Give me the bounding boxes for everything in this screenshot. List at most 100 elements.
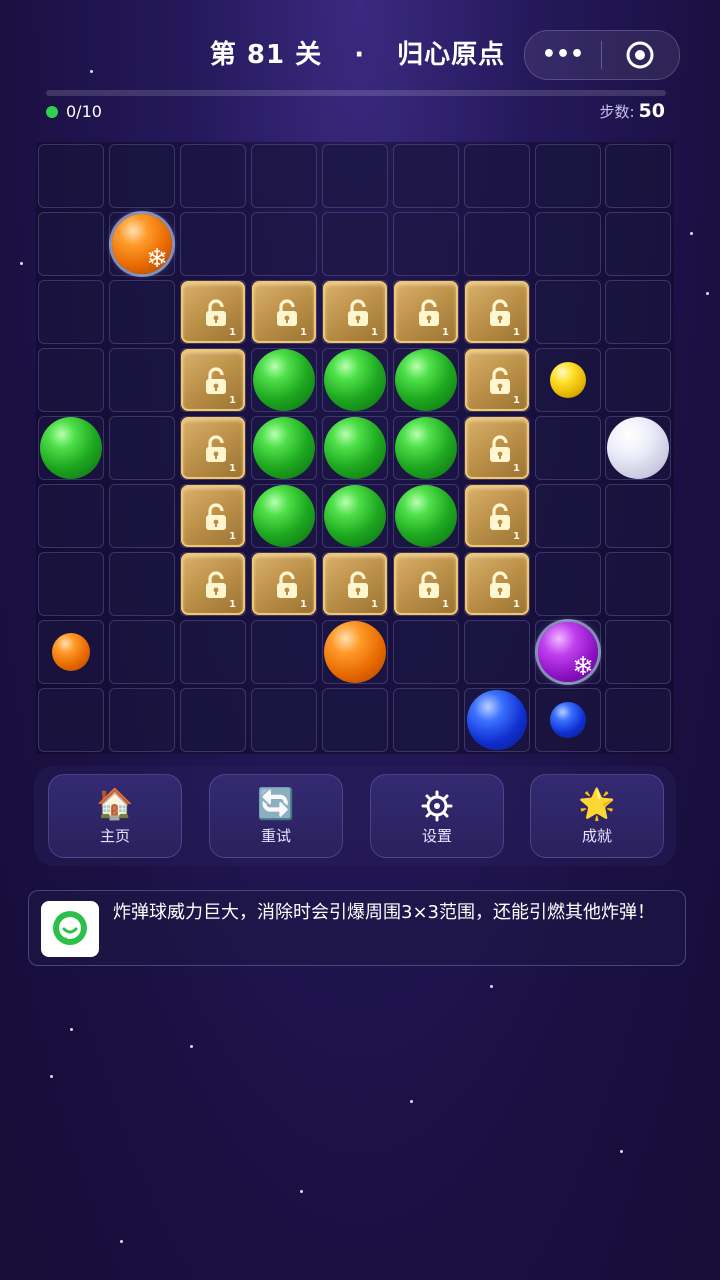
home-button[interactable]: 🏠 主页: [48, 774, 182, 858]
green-ball[interactable]: [395, 485, 457, 547]
board-cell[interactable]: [38, 552, 104, 616]
green-ball[interactable]: [253, 485, 315, 547]
locked-tile[interactable]: 1: [465, 417, 529, 479]
board-cell[interactable]: [109, 484, 175, 548]
board-cell[interactable]: [605, 348, 671, 412]
board-cell[interactable]: [322, 144, 388, 208]
board-cell[interactable]: [38, 280, 104, 344]
locked-tile[interactable]: 1: [181, 553, 245, 615]
board-cell[interactable]: [464, 212, 530, 276]
board-cell[interactable]: [464, 144, 530, 208]
locked-tile[interactable]: 1: [323, 553, 387, 615]
padlock-icon: [206, 503, 226, 530]
board-cell[interactable]: [38, 348, 104, 412]
green-ball[interactable]: [324, 349, 386, 411]
level-number: 第 81 关: [209, 40, 323, 70]
board-cell[interactable]: [535, 484, 601, 548]
board-cell[interactable]: [605, 144, 671, 208]
board-cell[interactable]: [109, 620, 175, 684]
orange-ball[interactable]: [324, 621, 386, 683]
close-target-button[interactable]: [602, 40, 678, 70]
board-cell[interactable]: [535, 212, 601, 276]
board-cell[interactable]: [535, 144, 601, 208]
board-cell[interactable]: [322, 212, 388, 276]
locked-tile[interactable]: 1: [181, 485, 245, 547]
blue-ball[interactable]: [467, 690, 527, 750]
yellow-ball[interactable]: [550, 362, 586, 398]
board-cell[interactable]: [605, 280, 671, 344]
board-cell[interactable]: [605, 484, 671, 548]
board-cell[interactable]: [393, 688, 459, 752]
green-ball[interactable]: [395, 417, 457, 479]
locked-tile[interactable]: 1: [252, 553, 316, 615]
green-ball[interactable]: [253, 417, 315, 479]
green-ball[interactable]: [324, 417, 386, 479]
board-cell[interactable]: [393, 620, 459, 684]
star: [490, 985, 493, 988]
locked-tile[interactable]: 1: [181, 281, 245, 343]
board-cell[interactable]: [535, 280, 601, 344]
board-cell[interactable]: [109, 144, 175, 208]
board-cell[interactable]: [605, 620, 671, 684]
lock-count: 1: [300, 327, 307, 338]
locked-tile[interactable]: 1: [465, 485, 529, 547]
frozen-purple-ball[interactable]: ❄: [538, 622, 598, 682]
board-cell[interactable]: [464, 620, 530, 684]
lock-count: 1: [229, 599, 236, 610]
padlock-icon: [348, 571, 368, 598]
board-cell[interactable]: [251, 688, 317, 752]
board-cell[interactable]: [109, 688, 175, 752]
green-ball[interactable]: [395, 349, 457, 411]
locked-tile[interactable]: 1: [394, 281, 458, 343]
locked-tile[interactable]: 1: [465, 553, 529, 615]
lock-count: 1: [371, 327, 378, 338]
board-cell[interactable]: [38, 688, 104, 752]
board-cell[interactable]: [38, 144, 104, 208]
steps-value: 50: [638, 100, 665, 122]
board-cell[interactable]: [251, 620, 317, 684]
board-cell[interactable]: [605, 688, 671, 752]
board-cell[interactable]: [605, 212, 671, 276]
retry-button[interactable]: 🔄 重试: [209, 774, 343, 858]
frozen-orange-ball[interactable]: ❄: [112, 214, 172, 274]
blue-ball[interactable]: [550, 702, 586, 738]
board-cell[interactable]: [393, 144, 459, 208]
collect-count: 0/10: [66, 102, 102, 121]
achievements-button[interactable]: 🌟 成就: [530, 774, 664, 858]
board-cell[interactable]: [38, 212, 104, 276]
green-ball[interactable]: [253, 349, 315, 411]
locked-tile[interactable]: 1: [394, 553, 458, 615]
board-cell[interactable]: [180, 688, 246, 752]
padlock-icon: [419, 571, 439, 598]
board-cell[interactable]: [535, 552, 601, 616]
board-cell[interactable]: [109, 280, 175, 344]
padlock-icon: [490, 299, 510, 326]
board-cell[interactable]: [322, 688, 388, 752]
board-cell[interactable]: [251, 144, 317, 208]
board-cell[interactable]: [180, 144, 246, 208]
locked-tile[interactable]: 1: [465, 349, 529, 411]
board-cell[interactable]: [109, 416, 175, 480]
locked-tile[interactable]: 1: [181, 349, 245, 411]
settings-button[interactable]: 设置: [370, 774, 504, 858]
white-ball[interactable]: [607, 417, 669, 479]
board-cell[interactable]: [180, 620, 246, 684]
board-cell[interactable]: [605, 552, 671, 616]
board-cell[interactable]: [393, 212, 459, 276]
locked-tile[interactable]: 1: [181, 417, 245, 479]
locked-tile[interactable]: 1: [323, 281, 387, 343]
board-cell[interactable]: [251, 212, 317, 276]
board-cell[interactable]: [180, 212, 246, 276]
more-menu-button[interactable]: •••: [525, 31, 601, 79]
green-ball[interactable]: [40, 417, 102, 479]
board-cell[interactable]: [535, 416, 601, 480]
orange-ball[interactable]: [52, 633, 90, 671]
locked-tile[interactable]: 1: [465, 281, 529, 343]
star: [620, 1150, 623, 1153]
board-cell[interactable]: [109, 552, 175, 616]
board-cell[interactable]: [38, 484, 104, 548]
green-ball[interactable]: [324, 485, 386, 547]
board-cell[interactable]: [109, 348, 175, 412]
green-dot-icon: [46, 105, 58, 118]
locked-tile[interactable]: 1: [252, 281, 316, 343]
